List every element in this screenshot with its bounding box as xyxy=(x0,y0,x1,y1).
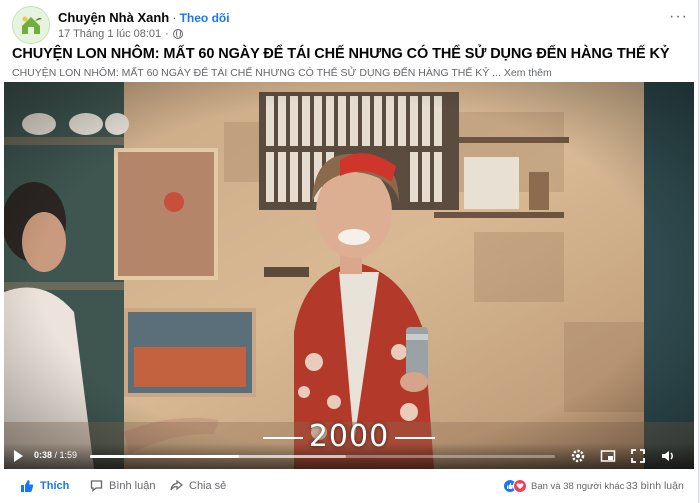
pip-icon[interactable] xyxy=(600,448,616,464)
thumbs-up-icon xyxy=(21,480,34,492)
comment-icon xyxy=(90,480,103,492)
progress-bar[interactable] xyxy=(90,455,555,458)
post-header: Chuyện Nhà Xanh · Theo dõi 17 Tháng 1 lúc … xyxy=(12,6,692,44)
meta-dot: · xyxy=(165,28,169,40)
separator-dot: · xyxy=(172,10,177,25)
share-button[interactable]: Chia sẻ xyxy=(170,479,226,492)
reactions-summary[interactable]: Bạn và 38 người khác xyxy=(503,479,624,493)
post-meta: 17 Tháng 1 lúc 08:01 · xyxy=(58,28,183,40)
post-text: CHUYỆN LON NHÔM: MẤT 60 NGÀY ĐỂ TÁI CHẾ … xyxy=(12,67,552,79)
page-avatar[interactable] xyxy=(12,6,50,44)
share-icon xyxy=(170,479,183,491)
love-reaction-icon xyxy=(513,479,527,493)
post-title: CHUYỆN LON NHÔM: MẤT 60 NGÀY ĐỂ TÁI CHẾ … xyxy=(12,46,670,62)
gear-icon[interactable] xyxy=(570,448,586,464)
current-time: 0:38 xyxy=(34,450,53,460)
page-name[interactable]: Chuyện Nhà Xanh xyxy=(58,10,169,25)
video-controls: 0:38 / 1:59 xyxy=(4,443,694,469)
globe-icon[interactable] xyxy=(172,29,183,39)
comments-count[interactable]: 33 bình luận xyxy=(626,480,684,492)
volume-icon[interactable] xyxy=(660,448,676,464)
video-time: 0:38 / 1:59 xyxy=(34,450,77,460)
more-options-button[interactable]: ··· xyxy=(669,8,688,26)
share-label: Chia sẻ xyxy=(189,479,227,492)
video-frame xyxy=(4,82,694,469)
caption-line-right xyxy=(395,436,436,439)
see-more-link[interactable]: Xem thêm xyxy=(504,67,552,79)
follow-button[interactable]: Theo dõi xyxy=(180,11,230,25)
reactions-text: Bạn và 38 người khác xyxy=(531,480,625,492)
video-player[interactable]: 2000 0:38 / 1:59 xyxy=(4,82,694,469)
post-card: Chuyện Nhà Xanh · Theo dõi 17 Tháng 1 lúc … xyxy=(0,0,699,503)
play-icon[interactable] xyxy=(14,450,23,462)
caption-line-left xyxy=(262,436,303,439)
like-label: Thích xyxy=(40,480,70,492)
post-timestamp[interactable]: 17 Tháng 1 lúc 08:01 xyxy=(58,28,161,40)
fullscreen-icon[interactable] xyxy=(630,448,646,464)
duration: / 1:59 xyxy=(54,450,78,460)
post-text-preview: CHUYỆN LON NHÔM: MẤT 60 NGÀY ĐỂ TÁI CHẾ … xyxy=(12,67,501,79)
like-button[interactable]: Thích xyxy=(20,479,69,493)
post-actions: Thích Bình luận Chia sẻ Bạn và 38 người … xyxy=(0,472,698,502)
page-logo-icon xyxy=(14,8,48,42)
page-name-line: Chuyện Nhà Xanh · Theo dõi xyxy=(58,10,230,25)
progress-fill xyxy=(90,455,239,458)
comment-label: Bình luận xyxy=(109,479,156,492)
comment-button[interactable]: Bình luận xyxy=(90,479,155,492)
